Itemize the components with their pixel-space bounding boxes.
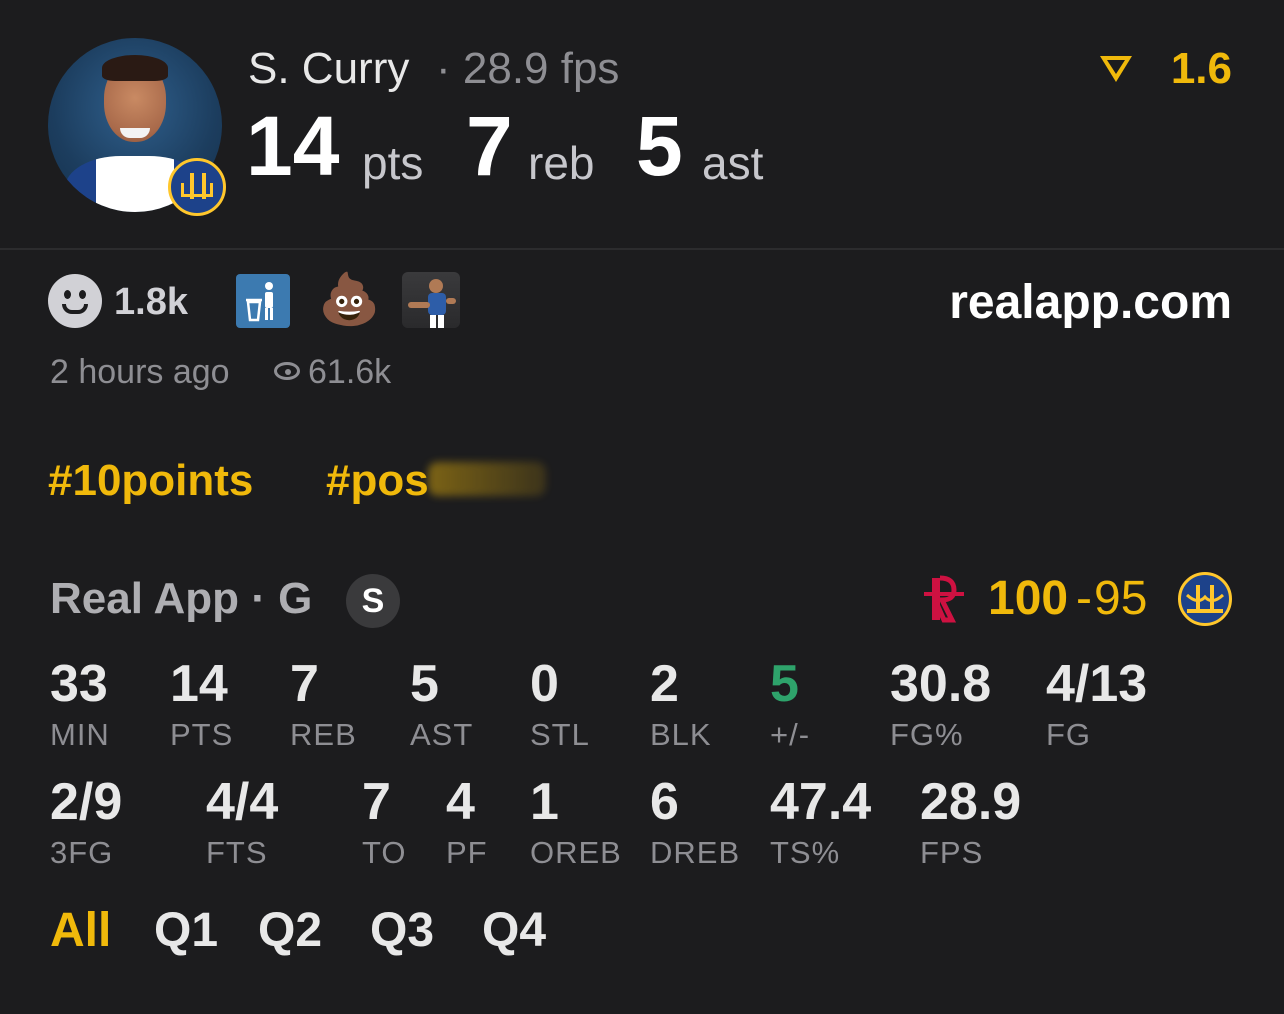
stat-pf-label: PF	[446, 835, 488, 870]
stat-fg-pct-label: FG%	[890, 717, 964, 752]
stat-pts-label: PTS	[170, 717, 234, 752]
eye-icon	[274, 362, 300, 380]
assists-value: 5	[636, 99, 683, 193]
bridge-graphic	[181, 183, 213, 197]
divider	[0, 248, 1284, 250]
stat-pf-value: 4	[446, 773, 475, 831]
poop-emoji-icon[interactable]: 💩	[318, 270, 380, 328]
bridge-tower-graphic	[202, 173, 206, 199]
stat-fps-value: 28.9	[920, 773, 1022, 831]
stat-ast-value: 5	[410, 655, 439, 713]
score-home: 100	[988, 572, 1069, 625]
warriors-logo-icon	[168, 158, 226, 216]
stat-stl-value: 0	[530, 655, 559, 713]
assists-label: ast	[702, 137, 764, 189]
hashtag-blur	[428, 462, 546, 496]
player-reaction-glyph	[408, 279, 456, 328]
score-away: 95	[1094, 572, 1148, 625]
stat-reb-value: 7	[290, 655, 319, 713]
stat-fps-label: FPS	[920, 835, 984, 870]
stat-min-value: 33	[50, 655, 108, 713]
game-source: Real App · G	[50, 574, 313, 623]
tab-q1[interactable]: Q1	[154, 904, 218, 958]
stat-pts-value: 14	[170, 655, 228, 713]
stat-reb-label: REB	[290, 717, 357, 752]
player-fps: · 28.9 fps	[436, 44, 620, 93]
rebounds-label: reb	[528, 137, 595, 189]
player-reaction-icon[interactable]	[402, 272, 460, 328]
tab-q4[interactable]: Q4	[482, 904, 546, 958]
stat-fts-label: FTS	[206, 835, 268, 870]
stat-dreb-label: DREB	[650, 835, 741, 870]
site-link[interactable]: realapp.com	[949, 276, 1232, 330]
points-value: 14	[246, 99, 340, 193]
stat-oreb-value: 1	[530, 773, 559, 831]
stat-fg-label: FG	[1046, 717, 1092, 752]
player-name[interactable]: S. Curry	[248, 44, 409, 94]
stat-3fg-label: 3FG	[50, 835, 114, 870]
rebounds-value: 7	[466, 99, 513, 193]
stat-oreb-label: OREB	[530, 835, 622, 870]
stat-3fg-value: 2/9	[50, 773, 123, 831]
stat-fg-pct-value: 30.8	[890, 655, 992, 713]
stat-ts-pct-label: TS%	[770, 835, 841, 870]
stat-fg-value: 4/13	[1046, 655, 1148, 713]
tab-q3[interactable]: Q3	[370, 904, 434, 958]
hashtag-10points[interactable]: #10points	[48, 456, 253, 506]
stat-to-label: TO	[362, 835, 407, 870]
stat-plus-minus-label: +/-	[770, 717, 811, 752]
stat-blk-label: BLK	[650, 717, 712, 752]
bridge-tower-graphic	[190, 173, 194, 199]
stat-plus-minus-value: 5	[770, 655, 799, 713]
hair-graphic	[102, 55, 168, 82]
stat-dreb-value: 6	[650, 773, 679, 831]
stat-ast-label: AST	[410, 717, 474, 752]
points-label: pts	[362, 137, 424, 189]
stat-fts-value: 4/4	[206, 773, 279, 831]
view-count: 61.6k	[308, 353, 392, 391]
trash-glyph	[246, 282, 273, 322]
hashtag-pos[interactable]: #pos	[326, 456, 429, 506]
smiley-icon[interactable]	[48, 274, 102, 328]
stat-stl-label: STL	[530, 717, 590, 752]
trash-icon[interactable]	[236, 274, 290, 328]
rating-icon-cutout	[1107, 60, 1125, 74]
tab-all[interactable]: All	[50, 904, 111, 958]
eye-pupil	[285, 369, 291, 375]
reaction-count[interactable]: 1.8k	[114, 280, 188, 324]
tab-q2[interactable]: Q2	[258, 904, 322, 958]
stat-ts-pct-value: 47.4	[770, 773, 872, 831]
eye-graphic	[64, 290, 71, 299]
mouth-graphic	[62, 304, 88, 314]
eye-graphic	[79, 290, 86, 299]
status-badge: S	[346, 574, 400, 628]
timestamp: 2 hours ago	[50, 353, 230, 391]
warriors-logo-icon	[1178, 572, 1232, 626]
rating-value[interactable]: 1.6	[1171, 44, 1232, 94]
stat-to-value: 7	[362, 773, 391, 831]
stat-blk-value: 2	[650, 655, 679, 713]
rating-icon	[1100, 56, 1132, 82]
rockets-logo-icon	[920, 572, 968, 626]
rockets-glyph	[924, 575, 964, 623]
stat-min-label: MIN	[50, 717, 110, 752]
score-separator: -	[1076, 572, 1092, 625]
warriors-glyph	[1185, 585, 1225, 613]
